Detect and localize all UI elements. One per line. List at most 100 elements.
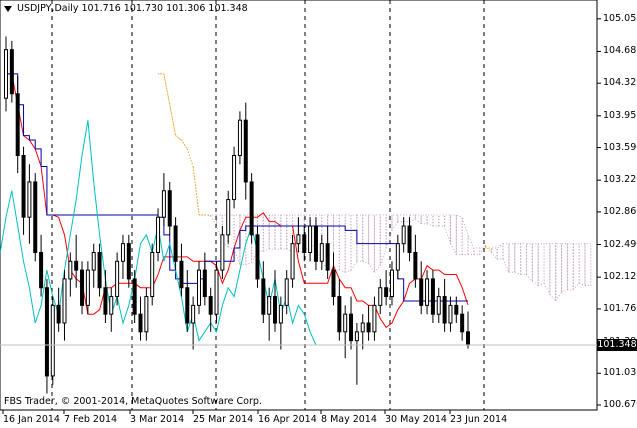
price-tick-label: 104.680 (603, 45, 637, 57)
candle-body (185, 287, 190, 324)
price-tick-label: 103.220 (603, 174, 637, 186)
candle-body (389, 269, 394, 298)
candle-body (313, 225, 318, 262)
candle-body (226, 199, 231, 236)
time-tick-label: 3 Mar 2014 (130, 414, 185, 425)
price-tick-label: 102.490 (603, 238, 637, 250)
price-tick-label: 103.590 (603, 141, 637, 153)
candle-body (237, 119, 242, 156)
symbol-label: USDJPY,Daily (17, 3, 79, 14)
candle-body (115, 260, 120, 298)
candle-body (372, 304, 377, 333)
candle-body (296, 234, 301, 245)
candle-body (360, 322, 365, 333)
candle-body (138, 313, 143, 333)
candle-body (466, 331, 470, 346)
candle-body (354, 331, 359, 342)
candle-body (27, 181, 32, 218)
candle-body (85, 269, 90, 306)
time-tick-label: 16 Apr 2014 (258, 414, 317, 425)
time-tick-label: 8 May 2014 (321, 414, 377, 425)
candle-body (436, 296, 441, 315)
candle-body (15, 93, 20, 156)
candle-body (454, 304, 459, 315)
candle-body (384, 287, 389, 298)
candle-body (366, 322, 371, 333)
candle-body (179, 260, 184, 289)
candle-body (290, 243, 295, 280)
price-chart[interactable] (0, 0, 637, 428)
price-tick-label: 101.030 (603, 367, 637, 379)
candle-body (156, 216, 161, 253)
candle-body (50, 304, 55, 377)
candle-body (407, 225, 412, 253)
copyright-text: FBS Trader, © 2001-2014, MetaQuotes Soft… (4, 396, 262, 407)
candle-body (349, 313, 354, 342)
time-tick-label: 25 Mar 2014 (193, 414, 254, 425)
candle-body (278, 304, 283, 324)
candle-body (378, 287, 383, 306)
candle-body (430, 278, 435, 315)
candle-body (196, 269, 201, 306)
price-tick-label: 102.860 (603, 205, 637, 217)
candle-body (413, 251, 418, 280)
candle-body (232, 154, 237, 201)
candle-body (442, 296, 447, 324)
candle-body (132, 278, 137, 315)
candle-body (220, 234, 225, 271)
candle-body (103, 287, 108, 315)
candle-body (39, 251, 44, 289)
time-tick-label: 16 Jan 2014 (3, 414, 60, 425)
candle-body (419, 278, 424, 306)
candle-body (80, 269, 85, 306)
candle-body (167, 190, 172, 227)
candle-body (319, 243, 324, 262)
candle-body (214, 269, 219, 315)
candle-body (150, 251, 155, 298)
candle-body (273, 296, 278, 324)
candle-body (109, 296, 114, 315)
candle-body (97, 251, 102, 289)
candle-body (325, 243, 330, 271)
candle-body (33, 181, 38, 253)
candle-body (161, 190, 166, 218)
chart-frame (0, 0, 598, 411)
candle-body (21, 154, 26, 218)
candle-body (91, 251, 96, 271)
candle-body (401, 225, 406, 245)
candle-body (448, 304, 453, 324)
candle-body (44, 287, 49, 377)
candle-body (208, 296, 213, 315)
candle-body (284, 278, 289, 306)
time-tick-label: 7 Feb 2014 (64, 414, 118, 425)
candle-body (308, 225, 313, 253)
candle-body (144, 296, 149, 333)
candle-body (74, 260, 79, 271)
price-tick-label: 104.320 (603, 77, 637, 89)
current-price-badge: 101.348 (597, 339, 637, 351)
candle-body (343, 313, 348, 333)
candle-body (62, 278, 67, 324)
candle-body (4, 49, 8, 99)
price-tick-label: 105.050 (603, 12, 637, 24)
candle-body (302, 234, 307, 253)
candle-body (460, 313, 465, 333)
candle-body (126, 243, 131, 280)
candle-body (267, 296, 272, 315)
price-tick-label: 100.670 (603, 399, 637, 410)
candle-body (202, 269, 207, 298)
candle-body (337, 296, 342, 333)
candle-body (9, 49, 14, 95)
candle-body (249, 181, 254, 236)
price-tick-label: 102.120 (603, 271, 637, 283)
chart-header: USDJPY,Daily 101.716 101.730 101.306 101… (4, 3, 248, 14)
candle-body (243, 119, 248, 183)
candle-body (68, 260, 73, 280)
candle-body (395, 243, 400, 271)
ohlc-values: 101.716 101.730 101.306 101.348 (81, 3, 248, 14)
chevron-down-icon[interactable] (4, 5, 12, 12)
candle-body (120, 243, 125, 262)
candle-body (425, 278, 430, 306)
candle-body (56, 304, 61, 324)
time-tick-label: 23 Jun 2014 (450, 414, 508, 425)
